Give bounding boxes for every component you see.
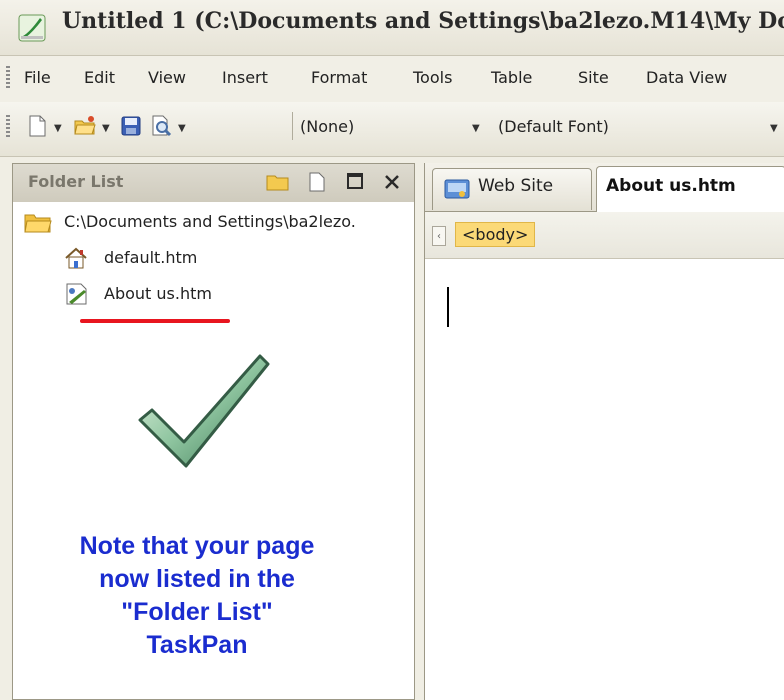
formatting-toolbar bbox=[0, 102, 784, 157]
menu-edit[interactable]: Edit bbox=[84, 68, 115, 87]
menu-data-view[interactable]: Data View bbox=[646, 68, 727, 87]
close-icon[interactable] bbox=[384, 174, 400, 190]
preview-dropdown-icon[interactable]: ▼ bbox=[178, 123, 186, 134]
open-dropdown-icon[interactable]: ▼ bbox=[102, 123, 110, 134]
folder-tree-root[interactable]: C:\Documents and Settings\ba2lezo. bbox=[64, 212, 409, 231]
menu-table[interactable]: Table bbox=[491, 68, 532, 87]
note-line-4: TaskPan bbox=[146, 631, 248, 659]
red-underline-annotation bbox=[80, 319, 230, 323]
annotation-note: Note that your page now listed in the "F… bbox=[22, 530, 372, 662]
folder-icon bbox=[24, 214, 52, 233]
new-page-dropdown-icon[interactable]: ▼ bbox=[54, 123, 62, 134]
new-page-small-icon[interactable] bbox=[308, 172, 326, 192]
new-folder-icon[interactable] bbox=[266, 172, 290, 192]
file-default-htm[interactable]: default.htm bbox=[104, 248, 197, 267]
note-line-2: now listed in the bbox=[99, 565, 295, 593]
toolbar-separator bbox=[292, 112, 293, 140]
window-title: Untitled 1 (C:\Documents and Settings\ba… bbox=[62, 8, 784, 34]
file-about-us-htm[interactable]: About us.htm bbox=[104, 284, 212, 303]
font-combo[interactable]: (Default Font) bbox=[498, 117, 609, 136]
print-preview-icon[interactable] bbox=[150, 115, 172, 137]
home-page-icon bbox=[65, 247, 87, 269]
menu-grip[interactable] bbox=[6, 66, 10, 88]
maximize-icon[interactable] bbox=[346, 172, 364, 190]
menu-view[interactable]: View bbox=[148, 68, 186, 87]
new-page-icon[interactable] bbox=[26, 115, 48, 137]
toolbar-grip[interactable] bbox=[6, 115, 10, 137]
folder-list-title: Folder List bbox=[28, 172, 124, 191]
menu-format[interactable]: Format bbox=[311, 68, 367, 87]
quick-tag-scroll-left-icon[interactable]: ‹ bbox=[432, 226, 446, 246]
open-folder-icon[interactable] bbox=[74, 115, 96, 137]
font-dropdown-icon[interactable]: ▼ bbox=[770, 123, 778, 134]
save-icon[interactable] bbox=[120, 115, 142, 137]
menu-site[interactable]: Site bbox=[578, 68, 609, 87]
style-dropdown-icon[interactable]: ▼ bbox=[472, 123, 480, 134]
note-line-3: "Folder List" bbox=[121, 598, 273, 626]
app-icon[interactable] bbox=[18, 14, 46, 42]
checkmark-icon bbox=[138, 354, 270, 468]
note-line-1: Note that your page bbox=[79, 532, 315, 560]
menu-file[interactable]: File bbox=[24, 68, 51, 87]
menu-tools[interactable]: Tools bbox=[413, 68, 452, 87]
web-page-icon bbox=[66, 283, 87, 305]
text-cursor bbox=[447, 287, 449, 327]
tab-web-site-label[interactable]: Web Site bbox=[478, 176, 553, 196]
web-site-icon bbox=[444, 179, 470, 199]
menu-insert[interactable]: Insert bbox=[222, 68, 268, 87]
style-combo[interactable]: (None) bbox=[300, 117, 354, 136]
tab-about-us-label[interactable]: About us.htm bbox=[606, 176, 736, 196]
body-tag-button[interactable]: <body> bbox=[455, 222, 536, 247]
